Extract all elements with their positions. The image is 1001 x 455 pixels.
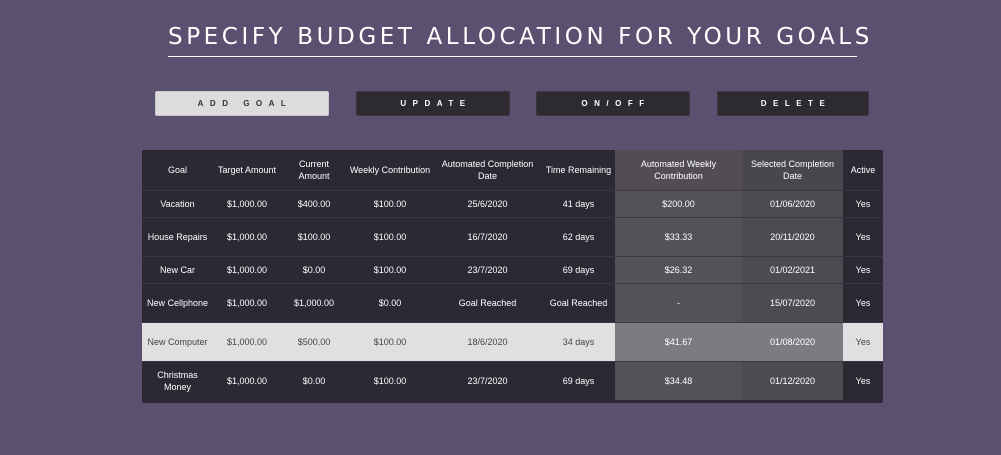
cell-automated-weekly-contribution: $34.48 [615,361,742,400]
cell-goal: New Car [142,256,213,284]
cell-target-amount: $1,000.00 [213,283,281,323]
header-weekly-contribution[interactable]: Weekly Contribution [347,150,433,191]
cell-weekly-contribution: $100.00 [347,322,433,362]
cell-time-remaining: 62 days [542,217,615,257]
table-row[interactable]: New Cellphone $1,000.00 $1,000.00 $0.00 … [142,283,883,323]
page-title: SPECIFY BUDGET ALLOCATION FOR YOUR GOALS [168,24,873,50]
table-row-selected[interactable]: New Computer $1,000.00 $500.00 $100.00 1… [142,322,883,362]
cell-weekly-contribution: $100.00 [347,361,433,400]
cell-time-remaining: 69 days [542,361,615,400]
header-automated-weekly-contribution[interactable]: Automated Weekly Contribution [615,150,742,191]
cell-goal: New Cellphone [142,283,213,323]
cell-active[interactable]: Yes [843,322,883,362]
cell-time-remaining: 34 days [542,322,615,362]
cell-time-remaining: 41 days [542,190,615,218]
cell-automated-weekly-contribution: $26.32 [615,256,742,284]
header-time-remaining[interactable]: Time Remaining [542,150,615,191]
cell-weekly-contribution: $100.00 [347,217,433,257]
cell-selected-completion-date[interactable]: 01/12/2020 [742,361,843,400]
cell-automated-completion-date: Goal Reached [433,283,542,323]
cell-weekly-contribution: $0.00 [347,283,433,323]
cell-automated-completion-date: 18/6/2020 [433,322,542,362]
cell-selected-completion-date[interactable]: 01/08/2020 [742,322,843,362]
header-current-amount[interactable]: Current Amount [281,150,347,191]
cell-selected-completion-date[interactable]: 20/11/2020 [742,217,843,257]
cell-goal: New Computer [142,322,213,362]
on-off-button[interactable]: ON/OFF [536,91,690,116]
cell-goal: Christmas Money [142,361,213,400]
cell-automated-weekly-contribution: - [615,283,742,323]
cell-automated-weekly-contribution: $41.67 [615,322,742,362]
cell-current-amount: $500.00 [281,322,347,362]
delete-button[interactable]: DELETE [717,91,869,116]
goals-table: Goal Target Amount Current Amount Weekly… [142,150,883,403]
table-row[interactable]: New Car $1,000.00 $0.00 $100.00 23/7/202… [142,256,883,284]
cell-selected-completion-date[interactable]: 01/02/2021 [742,256,843,284]
cell-current-amount: $400.00 [281,190,347,218]
cell-time-remaining: Goal Reached [542,283,615,323]
cell-automated-weekly-contribution: $200.00 [615,190,742,218]
table-header-row: Goal Target Amount Current Amount Weekly… [142,150,883,191]
cell-target-amount: $1,000.00 [213,361,281,400]
cell-active[interactable]: Yes [843,283,883,323]
title-underline [168,56,857,57]
cell-current-amount: $1,000.00 [281,283,347,323]
header-selected-completion-date[interactable]: Selected Completion Date [742,150,843,191]
cell-automated-weekly-contribution: $33.33 [615,217,742,257]
cell-target-amount: $1,000.00 [213,256,281,284]
update-button[interactable]: UPDATE [356,91,510,116]
header-goal[interactable]: Goal [142,150,213,191]
cell-current-amount: $0.00 [281,256,347,284]
cell-current-amount: $0.00 [281,361,347,400]
cell-active[interactable]: Yes [843,190,883,218]
cell-active[interactable]: Yes [843,361,883,400]
table-row[interactable]: Christmas Money $1,000.00 $0.00 $100.00 … [142,361,883,400]
cell-automated-completion-date: 23/7/2020 [433,361,542,400]
cell-active[interactable]: Yes [843,256,883,284]
cell-automated-completion-date: 23/7/2020 [433,256,542,284]
cell-target-amount: $1,000.00 [213,322,281,362]
cell-active[interactable]: Yes [843,217,883,257]
cell-selected-completion-date[interactable]: 01/06/2020 [742,190,843,218]
cell-time-remaining: 69 days [542,256,615,284]
cell-target-amount: $1,000.00 [213,217,281,257]
header-automated-completion-date[interactable]: Automated Completion Date [433,150,542,191]
cell-automated-completion-date: 25/6/2020 [433,190,542,218]
table-row[interactable]: House Repairs $1,000.00 $100.00 $100.00 … [142,217,883,257]
table-row[interactable]: Vacation $1,000.00 $400.00 $100.00 25/6/… [142,190,883,218]
cell-selected-completion-date[interactable]: 15/07/2020 [742,283,843,323]
cell-goal: Vacation [142,190,213,218]
cell-target-amount: $1,000.00 [213,190,281,218]
cell-current-amount: $100.00 [281,217,347,257]
cell-goal: House Repairs [142,217,213,257]
cell-weekly-contribution: $100.00 [347,256,433,284]
header-active[interactable]: Active [843,150,883,191]
header-target-amount[interactable]: Target Amount [213,150,281,191]
add-goal-button[interactable]: ADD GOAL [155,91,329,116]
cell-weekly-contribution: $100.00 [347,190,433,218]
cell-automated-completion-date: 16/7/2020 [433,217,542,257]
